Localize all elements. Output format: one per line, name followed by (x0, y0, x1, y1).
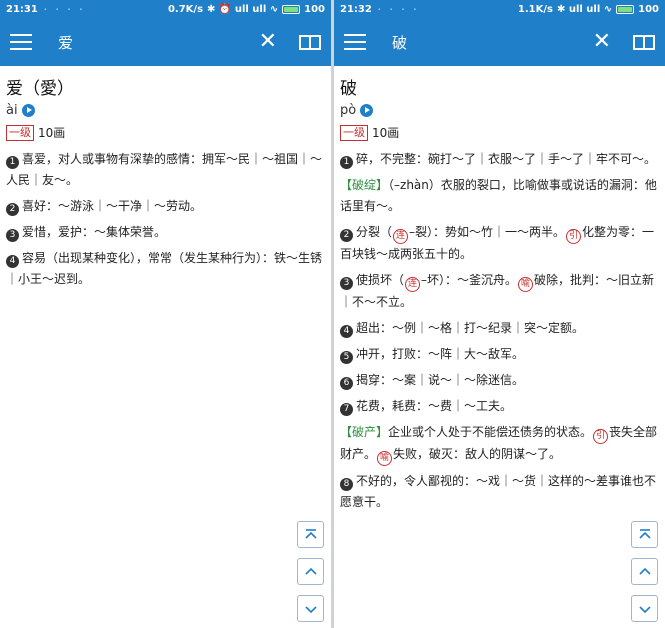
scroll-top-button[interactable] (297, 521, 324, 548)
sense-number: 6 (340, 377, 353, 390)
headword: 爱（愛） (6, 79, 74, 99)
sense-1: 1 碎，不完整：碗打～了｜衣服～了｜手～了｜牢不可～。 (340, 149, 659, 170)
lian-badge: 连 (393, 229, 409, 244)
screenshot-pair: 21:31 · · · · 0.7K/s ✱ ⏰ ull ull ∿ 100 爱… (0, 0, 665, 628)
yu-badge: 喻 (518, 277, 534, 292)
page-title: 爱 (58, 33, 74, 52)
entry-content: 爱（愛） ài 一级 10画 1 喜爱，对人或事物有深挚的感情：拥军～民｜～祖国｜… (0, 66, 331, 290)
sense-4: 4 超出：～例｜～格｜打～纪录｜突～定额。 (340, 318, 659, 339)
chevron-down-icon (304, 605, 317, 613)
battery-level: 100 (638, 3, 659, 15)
status-time: 21:31 (6, 3, 38, 15)
sense-7: 7 花费，耗费：～费｜～工夫。 (340, 396, 659, 417)
battery-level: 100 (304, 3, 325, 15)
sense-3: 3 爱惜，爱护：～集体荣誉。 (6, 222, 325, 243)
sense-number: 7 (340, 403, 353, 416)
chevron-up-icon (304, 567, 317, 575)
scroll-controls (297, 521, 324, 622)
network-speed: 1.1K/s (517, 3, 553, 15)
stroke-count: 10画 (38, 126, 66, 140)
scroll-controls (631, 521, 658, 622)
phrase-pochan: 【破产】企业或个人处于不能偿还债务的状态。引丧失全部财产。喻失败，破灭：敌人的阴… (340, 422, 659, 466)
headword: 破 (340, 79, 357, 99)
sense-2: 2 喜好：～游泳｜～干净｜～劳动。 (6, 196, 325, 217)
app-bar: 爱 ✕ (0, 18, 331, 66)
app-bar: 破 ✕ (334, 18, 665, 66)
sense-number: 3 (6, 229, 19, 242)
phrase-tag[interactable]: 【破产】 (340, 425, 388, 439)
book-icon[interactable] (633, 34, 655, 50)
pinyin: pò (340, 103, 357, 118)
entry-content: 破 pò 一级 10画 1 碎，不完整：碗打～了｜衣服～了｜手～了｜牢不可～。 【… (334, 66, 665, 513)
scroll-down-button[interactable] (631, 595, 658, 622)
yu-badge: 喻 (377, 451, 393, 466)
panel-po: 21:32 · · · · 1.1K/s ✱ ull ull ∿ 100 破 ✕… (334, 0, 665, 628)
level-badge: 一级 (6, 124, 34, 141)
notification-dots: · · · · (43, 4, 86, 14)
scroll-up-button[interactable] (631, 558, 658, 585)
sense-number: 1 (6, 156, 19, 169)
status-icons: ✱ ull ull ∿ (556, 3, 613, 15)
yin-badge: 引 (593, 429, 609, 444)
scroll-top-icon (638, 528, 651, 539)
sense-5: 5 冲开，打败：～阵｜大～敌军。 (340, 344, 659, 365)
sense-number: 4 (340, 325, 353, 338)
sense-number: 2 (6, 203, 19, 216)
battery-icon (616, 4, 635, 14)
battery-icon (282, 4, 301, 14)
close-icon[interactable]: ✕ (593, 31, 611, 53)
lian-badge: 连 (405, 277, 421, 292)
sense-number: 4 (6, 255, 19, 268)
play-audio-icon[interactable] (21, 104, 35, 117)
status-icons: ✱ ⏰ ull ull ∿ (207, 3, 279, 15)
sense-number: 5 (340, 351, 353, 364)
sense-1: 1 喜爱，对人或事物有深挚的感情：拥军～民｜～祖国｜～人民｜友～。 (6, 152, 323, 187)
sense-number: 1 (340, 156, 353, 169)
sense-3: 3 使损坏（连 –坏）：～釜沉舟。喻破除，批判：～旧立新｜不～不立。 (340, 273, 655, 309)
notification-dots: · · · · (377, 4, 420, 14)
phrase-tag[interactable]: 【破绽】 (340, 178, 388, 192)
menu-icon[interactable] (10, 34, 32, 50)
scroll-down-button[interactable] (297, 595, 324, 622)
status-bar: 21:32 · · · · 1.1K/s ✱ ull ull ∿ 100 (334, 0, 665, 18)
stroke-count: 10画 (372, 126, 400, 140)
sense-number: 2 (340, 229, 353, 242)
status-time: 21:32 (340, 3, 372, 15)
chevron-up-icon (638, 567, 651, 575)
play-audio-icon[interactable] (360, 104, 374, 117)
book-icon[interactable] (299, 34, 321, 50)
level-badge: 一级 (340, 124, 368, 141)
sense-6: 6 揭穿：～案｜说～｜～除迷信。 (340, 370, 659, 391)
scroll-top-icon (304, 528, 317, 539)
sense-number: 3 (340, 277, 353, 290)
network-speed: 0.7K/s (167, 3, 204, 15)
close-icon[interactable]: ✕ (259, 31, 277, 53)
pinyin: ài (6, 103, 18, 118)
sense-number: 8 (340, 478, 353, 491)
menu-icon[interactable] (344, 34, 366, 50)
scroll-top-button[interactable] (631, 521, 658, 548)
sense-4: 4 容易（出现某种变化），常常（发生某种行为）：铁～生锈｜小王～迟到。 (6, 251, 323, 286)
sense-2: 2 分裂（连 –裂）：势如～竹｜一～两半。引化整为零：一百块钱～成两张五十的。 (340, 225, 655, 261)
sense-8: 8 不好的，令人鄙视的：～戏｜～货｜这样的～差事谁也不愿意干。 (340, 474, 657, 509)
yin-badge: 引 (566, 229, 582, 244)
phrase-pozhan: 【破绽】（–zhàn）衣服的裂口，比喻做事或说话的漏洞：他话里有～。 (340, 178, 657, 213)
status-bar: 21:31 · · · · 0.7K/s ✱ ⏰ ull ull ∿ 100 (0, 0, 331, 18)
scroll-up-button[interactable] (297, 558, 324, 585)
page-title: 破 (392, 33, 408, 52)
panel-ai: 21:31 · · · · 0.7K/s ✱ ⏰ ull ull ∿ 100 爱… (0, 0, 331, 628)
chevron-down-icon (638, 605, 651, 613)
